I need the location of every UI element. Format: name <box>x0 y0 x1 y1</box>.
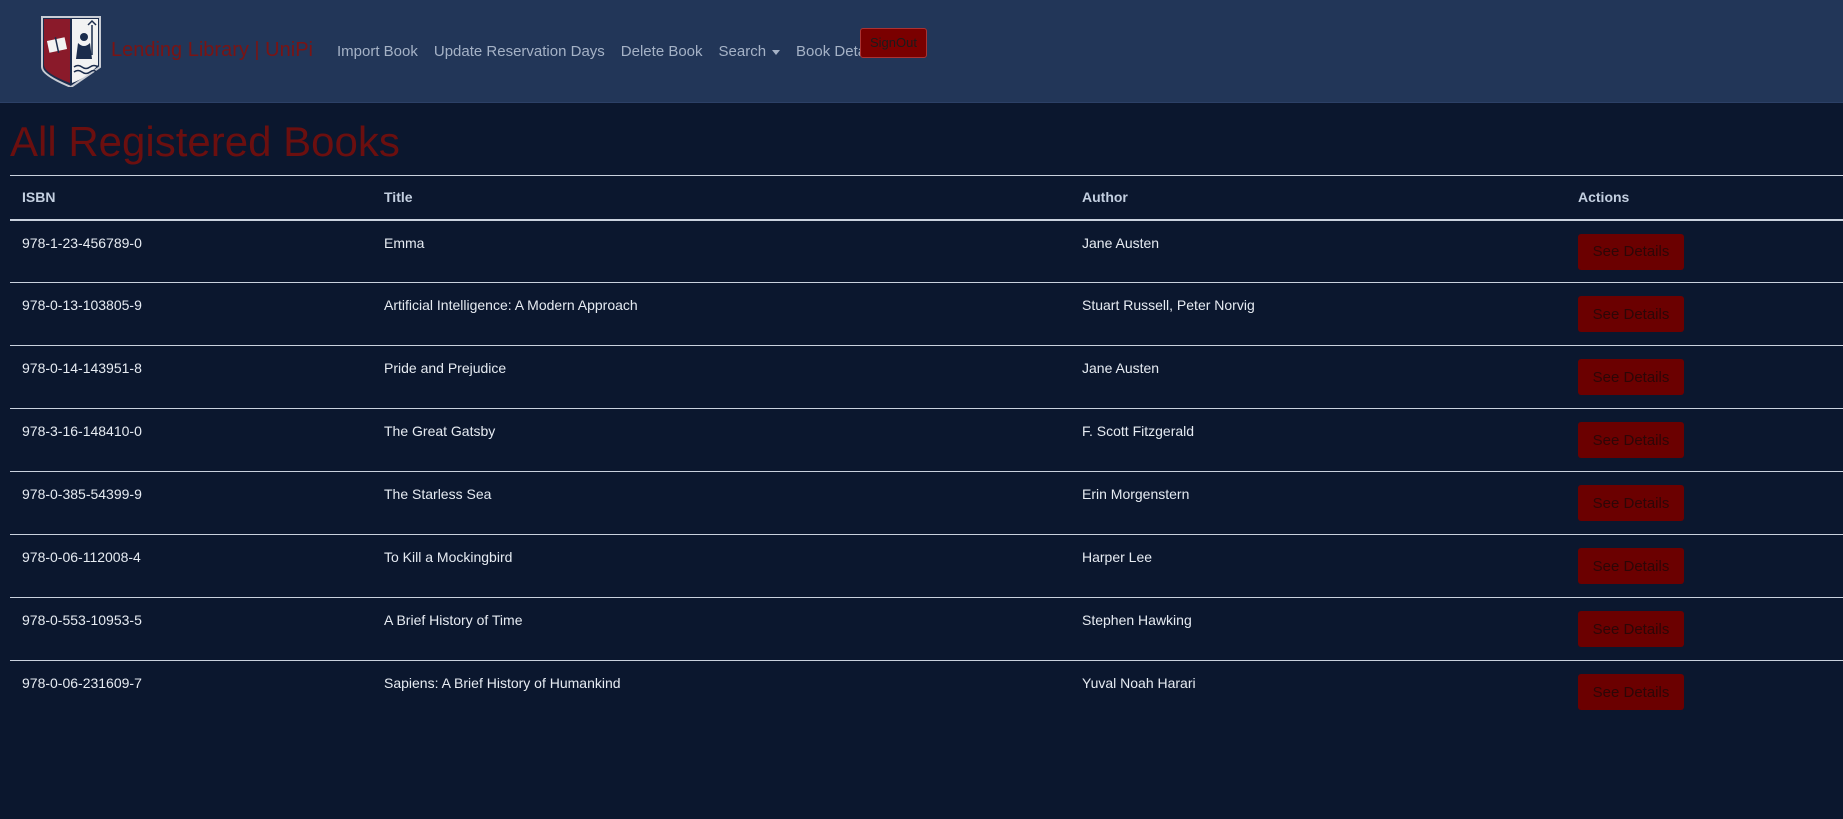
cell-isbn: 978-0-14-143951-8 <box>10 345 372 409</box>
cell-title: To Kill a Mockingbird <box>372 534 1070 598</box>
cell-isbn: 978-3-16-148410-0 <box>10 408 372 472</box>
header-actions: Actions <box>1566 175 1843 221</box>
table-header: ISBN Title Author Actions <box>10 175 1843 221</box>
brand-name[interactable]: Lending Library | UniPi <box>111 39 313 62</box>
cell-actions: See Details <box>1566 597 1843 661</box>
table-row: 978-0-06-231609-7 Sapiens: A Brief Histo… <box>10 661 1843 724</box>
table-body: 978-1-23-456789-0 Emma Jane Austen See D… <box>10 219 1843 724</box>
nav-search-label: Search <box>718 43 767 60</box>
cell-author: Jane Austen <box>1070 345 1566 409</box>
cell-title: The Starless Sea <box>372 471 1070 535</box>
cell-isbn: 978-1-23-456789-0 <box>10 219 372 283</box>
cell-title: Sapiens: A Brief History of Humankind <box>384 675 621 691</box>
cell-title: Emma <box>372 219 1070 283</box>
cell-actions: See Details <box>1566 408 1843 472</box>
cell-title: Pride and Prejudice <box>372 345 1070 409</box>
cell-isbn: 978-0-06-231609-7 <box>22 675 142 691</box>
cell-author: Jane Austen <box>1070 219 1566 283</box>
nav-delete-book[interactable]: Delete Book <box>621 43 703 60</box>
cell-title: A Brief History of Time <box>372 597 1070 661</box>
header-isbn: ISBN <box>10 175 372 221</box>
see-details-button[interactable]: See Details <box>1578 422 1684 458</box>
table-row: 978-3-16-148410-0 The Great Gatsby F. Sc… <box>10 408 1843 472</box>
table-row: 978-0-13-103805-9 Artificial Intelligenc… <box>10 282 1843 346</box>
cell-author: Stuart Russell, Peter Norvig <box>1070 282 1566 346</box>
cell-actions: See Details <box>1566 661 1843 724</box>
table-row: 978-1-23-456789-0 Emma Jane Austen See D… <box>10 219 1843 283</box>
cell-author: Yuval Noah Harari <box>1082 675 1196 691</box>
cell-author: Erin Morgenstern <box>1070 471 1566 535</box>
header-row: ISBN Title Author Actions <box>10 175 1843 221</box>
table-row: 978-0-553-10953-5 A Brief History of Tim… <box>10 597 1843 661</box>
cell-actions: See Details <box>1566 282 1843 346</box>
university-crest-icon[interactable] <box>40 15 102 89</box>
cell-author: Stephen Hawking <box>1070 597 1566 661</box>
cell-author: F. Scott Fitzgerald <box>1070 408 1566 472</box>
see-details-button[interactable]: See Details <box>1578 359 1684 395</box>
cell-actions: See Details <box>1566 219 1843 283</box>
cell-actions: See Details <box>1566 345 1843 409</box>
chevron-down-icon <box>772 49 781 55</box>
see-details-button[interactable]: See Details <box>1578 548 1684 584</box>
header-author: Author <box>1070 175 1566 221</box>
cell-isbn: 978-0-13-103805-9 <box>10 282 372 346</box>
nav-links: Import Book Update Reservation Days Dele… <box>337 43 896 60</box>
cell-isbn: 978-0-553-10953-5 <box>10 597 372 661</box>
cell-actions: See Details <box>1566 534 1843 598</box>
see-details-button[interactable]: See Details <box>1578 233 1684 270</box>
see-details-button[interactable]: See Details <box>1578 611 1684 647</box>
table-row: 978-0-385-54399-9 The Starless Sea Erin … <box>10 471 1843 535</box>
cell-actions: See Details <box>1566 471 1843 535</box>
see-details-button[interactable]: See Details <box>1578 674 1684 710</box>
books-table: ISBN Title Author Actions 978-1-23-45678… <box>10 175 1843 724</box>
table-row: 978-0-06-112008-4 To Kill a Mockingbird … <box>10 534 1843 598</box>
table-row: 978-0-14-143951-8 Pride and Prejudice Ja… <box>10 345 1843 409</box>
cell-isbn: 978-0-06-112008-4 <box>10 534 372 598</box>
cell-author: Harper Lee <box>1070 534 1566 598</box>
cell-title: The Great Gatsby <box>372 408 1070 472</box>
page-title: All Registered Books <box>10 118 400 165</box>
see-details-button[interactable]: See Details <box>1578 296 1684 332</box>
see-details-button[interactable]: See Details <box>1578 485 1684 521</box>
cell-title: Artificial Intelligence: A Modern Approa… <box>372 282 1070 346</box>
signout-button[interactable]: SignOut <box>860 28 927 58</box>
cell-isbn: 978-0-385-54399-9 <box>10 471 372 535</box>
header-title: Title <box>372 175 1070 221</box>
nav-update-reservation-days[interactable]: Update Reservation Days <box>434 43 605 60</box>
top-navbar: Lending Library | UniPi Import Book Upda… <box>0 0 1843 103</box>
nav-import-book[interactable]: Import Book <box>337 43 418 60</box>
nav-search-dropdown[interactable]: Search <box>719 43 781 60</box>
